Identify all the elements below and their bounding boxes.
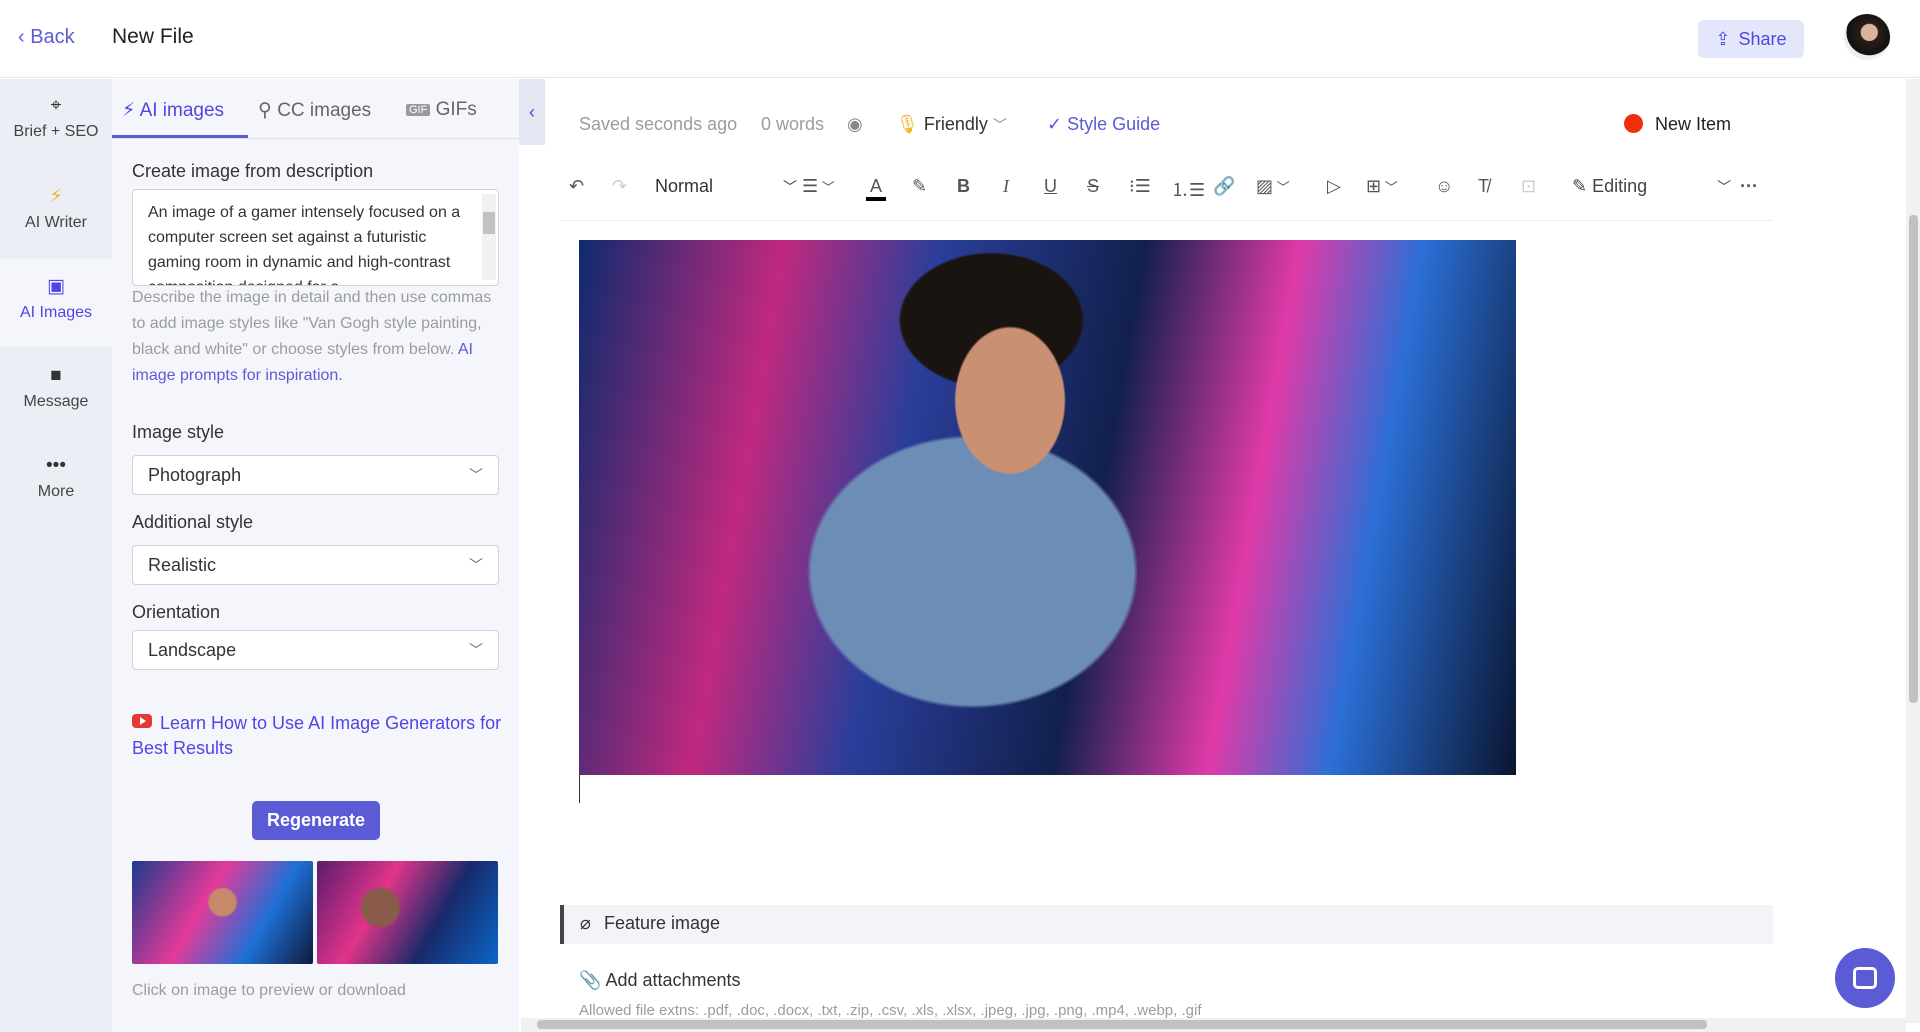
generated-image-thumbnail[interactable] [132, 861, 313, 964]
chevron-down-icon: ﹀ [1717, 179, 1732, 195]
tab-cc-images[interactable]: ⚲ CC images [258, 99, 371, 122]
orientation-label: Orientation [132, 602, 221, 622]
microphone-icon: 🎙 [896, 114, 919, 134]
description-label: Create image from description [132, 161, 374, 181]
generated-image-thumbnail[interactable] [317, 861, 498, 964]
rail-item-more[interactable]: ••• More [0, 439, 112, 527]
tab-gifs[interactable]: GIF GIFs [406, 99, 477, 121]
image-source-tabs: ⚡ AI images ⚲ CC images GIF GIFs [112, 79, 519, 139]
undo-icon[interactable]: ↶ [569, 176, 584, 197]
allowed-extensions: Allowed file extns: .pdf, .doc, .docx, .… [579, 1002, 1202, 1019]
bullet-list-icon[interactable]: ⁝☰ [1129, 176, 1151, 197]
clear-format-icon[interactable]: T̸ [1478, 176, 1489, 197]
bolt-icon: ⚡ [49, 186, 63, 207]
paperclip-icon: ⌀ [580, 913, 591, 933]
add-attachments-button[interactable]: 📎 Add attachments [579, 970, 741, 991]
chevron-left-icon: ‹ [529, 102, 535, 122]
top-bar: ‹ Back New File ⇪ Share [0, 0, 1920, 78]
generated-image[interactable] [579, 240, 1516, 775]
share-button[interactable]: ⇪ Share [1698, 20, 1804, 58]
redo-icon[interactable]: ↷ [612, 176, 627, 197]
ai-images-panel: ⚡ AI images ⚲ CC images GIF GIFs Create … [112, 79, 519, 1032]
chevron-down-icon: ﹀ [469, 557, 483, 573]
tone-select[interactable]: 🎙 Friendly ﹀ [896, 114, 1007, 135]
image-style-select[interactable]: Photograph ﹀ [132, 455, 499, 495]
bolt-icon: ⚡ [122, 100, 140, 121]
style-guide-link[interactable]: ✓ Style Guide [1047, 114, 1160, 135]
link-icon[interactable]: 🔗 [1213, 176, 1235, 197]
status-badge[interactable]: New Item [1624, 114, 1731, 135]
collapse-panel-button[interactable]: ‹ [519, 79, 545, 145]
gif-icon: GIF [406, 104, 431, 116]
more-icon: ••• [46, 455, 66, 476]
chat-widget-button[interactable] [1835, 948, 1895, 1008]
upload-icon: ⇪ [1715, 28, 1731, 49]
horizontal-scroll-thumb[interactable] [537, 1020, 1707, 1029]
message-icon: ■ [50, 365, 62, 386]
learn-link[interactable]: Learn How to Use AI Image Generators for… [132, 711, 502, 761]
search-icon: ⚲ [258, 100, 278, 121]
vertical-scroll-thumb[interactable] [1909, 215, 1918, 703]
youtube-icon [132, 714, 152, 728]
crosshair-icon: ⌖ [50, 95, 62, 116]
chevron-down-icon: ﹀ [783, 179, 798, 195]
text-cursor [579, 775, 580, 803]
paperclip-icon: 📎 [579, 970, 602, 990]
description-textarea[interactable]: An image of a gamer intensely focused on… [132, 189, 499, 286]
saved-status: Saved seconds ago [579, 114, 738, 134]
regenerate-button[interactable]: Regenerate [252, 801, 380, 840]
chevron-down-icon: ﹀ [469, 642, 483, 658]
more-options-icon[interactable]: ··· [1740, 176, 1758, 197]
italic-icon[interactable]: I [1003, 176, 1009, 197]
additional-style-label: Additional style [132, 512, 254, 532]
block-format-select[interactable]: Normal ﹀ [655, 176, 797, 197]
side-rail: ⌖ Brief + SEO ⚡ AI Writer ▣ AI Images ■ Mess… [0, 79, 112, 1032]
avatar[interactable] [1844, 14, 1890, 60]
table-icon[interactable]: ⊞ ﹀ [1366, 176, 1398, 197]
description-hint: Describe the image in detail and then us… [132, 289, 492, 384]
chevron-down-icon: ﹀ [469, 467, 483, 483]
chevron-down-icon: ﹀ [992, 117, 1007, 133]
underline-icon[interactable]: U [1044, 176, 1057, 197]
video-icon[interactable]: ▷ [1327, 176, 1341, 197]
word-count: 0 words [761, 114, 825, 134]
thumbnail-caption: Click on image to preview or download [132, 982, 406, 999]
orientation-select[interactable]: Landscape ﹀ [132, 630, 499, 670]
strikethrough-icon[interactable]: S [1087, 176, 1099, 197]
textarea-scrollbar[interactable] [482, 194, 496, 280]
pencil-icon: ✎ [1572, 176, 1588, 196]
bold-icon[interactable]: B [957, 176, 970, 197]
editing-mode-select[interactable]: ✎ Editing ﹀ [1572, 176, 1731, 197]
status-dot [1624, 114, 1643, 133]
highlight-icon[interactable]: ✎ [912, 176, 927, 197]
toolbar-divider [560, 220, 1773, 221]
comment-icon[interactable]: ⊡ [1521, 176, 1536, 197]
rail-item-brief-seo[interactable]: ⌖ Brief + SEO [0, 79, 112, 167]
image-style-label: Image style [132, 422, 225, 442]
rail-item-ai-writer[interactable]: ⚡ AI Writer [0, 169, 112, 257]
active-tab-indicator [112, 135, 248, 138]
additional-style-select[interactable]: Realistic ﹀ [132, 545, 499, 585]
eye-icon[interactable]: ◉ [847, 114, 863, 135]
numbered-list-icon[interactable]: ⒈☰ [1171, 176, 1205, 202]
feature-image-section[interactable]: ⌀ Feature image [560, 905, 1773, 944]
chevron-left-icon: ‹ [18, 26, 31, 48]
text-color-icon[interactable]: A [866, 176, 887, 201]
rail-item-message[interactable]: ■ Message [0, 349, 112, 437]
tab-ai-images[interactable]: ⚡ AI images [122, 99, 224, 122]
chat-icon [1853, 967, 1877, 989]
rail-item-ai-images[interactable]: ▣ AI Images [0, 259, 112, 347]
page-title: New File [112, 25, 194, 48]
align-icon[interactable]: ☰ ﹀ [802, 176, 835, 197]
badge-check-icon: ✓ [1047, 114, 1063, 134]
back-button[interactable]: ‹ Back [18, 26, 75, 49]
emoji-icon[interactable]: ☺ [1435, 176, 1453, 197]
image-icon: ▣ [47, 276, 65, 297]
insert-image-icon[interactable]: ▨ ﹀ [1256, 176, 1290, 197]
